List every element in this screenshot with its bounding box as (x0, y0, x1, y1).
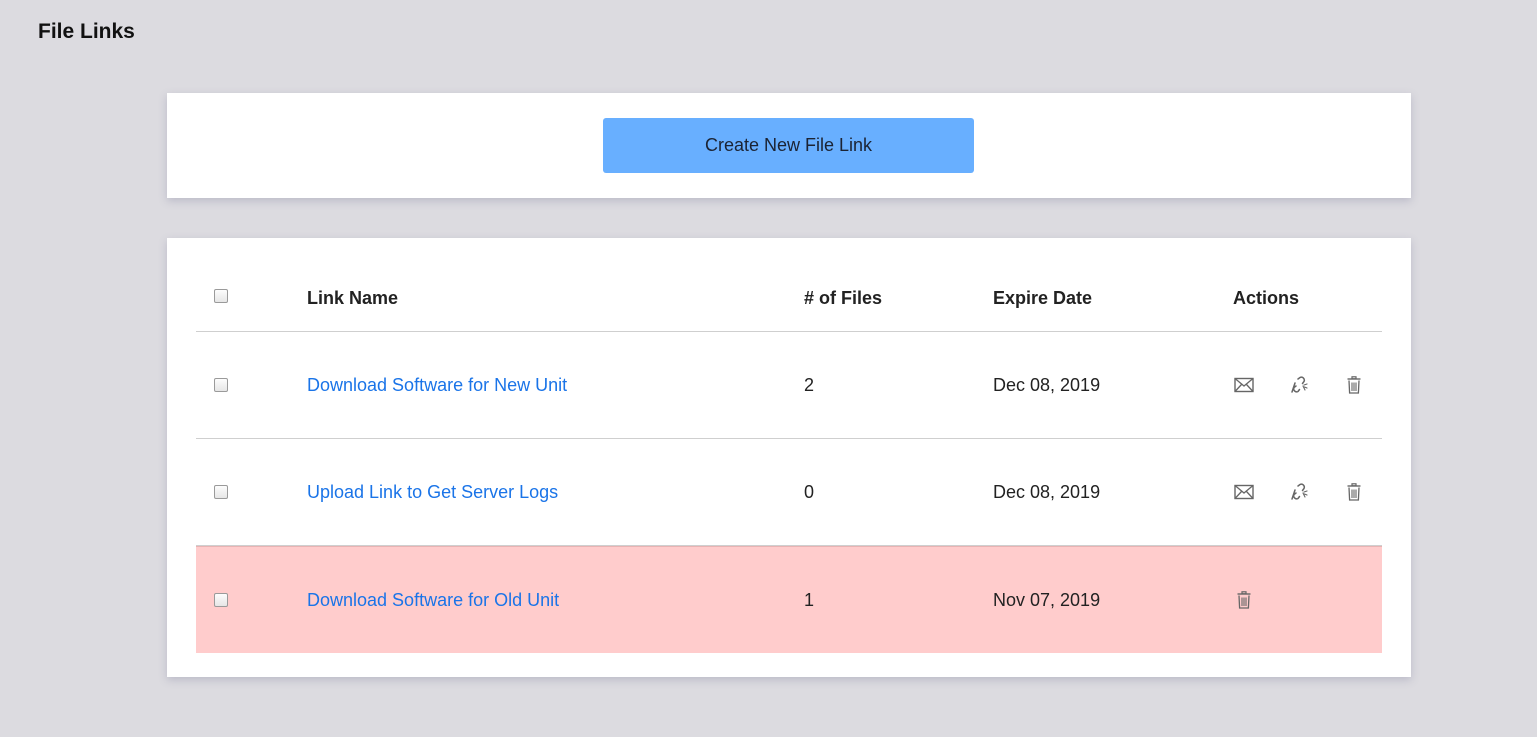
expire-date: Dec 08, 2019 (993, 374, 1101, 395)
table-header-row: Link Name # of Files Expire Date Actions (196, 265, 1382, 332)
mail-icon[interactable] (1233, 374, 1255, 396)
trash-icon[interactable] (1343, 481, 1365, 503)
header-actions: Actions (1233, 287, 1300, 308)
select-all-checkbox[interactable] (214, 289, 228, 303)
file-count: 1 (804, 589, 815, 610)
page-title: File Links (38, 20, 135, 43)
header-link-name: Link Name (307, 287, 399, 308)
trash-icon[interactable] (1343, 374, 1365, 396)
expire-date: Nov 07, 2019 (993, 589, 1101, 610)
expire-date: Dec 08, 2019 (993, 481, 1101, 502)
row-actions (1233, 547, 1383, 653)
row-actions (1233, 439, 1383, 545)
row-actions (1233, 332, 1383, 438)
unlink-icon[interactable] (1288, 374, 1310, 396)
file-count: 2 (804, 374, 815, 395)
table-row-expired: Download Software for Old Unit 1 Nov 07,… (196, 546, 1382, 653)
create-new-file-link-button[interactable]: Create New File Link (603, 118, 974, 173)
table-row: Upload Link to Get Server Logs 0 Dec 08,… (196, 439, 1382, 546)
table-row: Download Software for New Unit 2 Dec 08,… (196, 332, 1382, 439)
row-checkbox[interactable] (214, 485, 228, 499)
trash-icon[interactable] (1233, 589, 1255, 611)
header-num-files: # of Files (804, 287, 883, 308)
row-checkbox[interactable] (214, 378, 228, 392)
create-panel: Create New File Link (167, 93, 1411, 198)
mail-icon[interactable] (1233, 481, 1255, 503)
link-name[interactable]: Download Software for New Unit (307, 375, 567, 396)
header-expire-date: Expire Date (993, 287, 1093, 308)
row-checkbox[interactable] (214, 593, 228, 607)
file-count: 0 (804, 481, 815, 502)
link-name[interactable]: Upload Link to Get Server Logs (307, 482, 558, 503)
link-name[interactable]: Download Software for Old Unit (307, 590, 559, 611)
unlink-icon[interactable] (1288, 481, 1310, 503)
file-links-panel: Link Name # of Files Expire Date Actions… (167, 238, 1411, 677)
file-links-table: Link Name # of Files Expire Date Actions… (196, 265, 1382, 653)
